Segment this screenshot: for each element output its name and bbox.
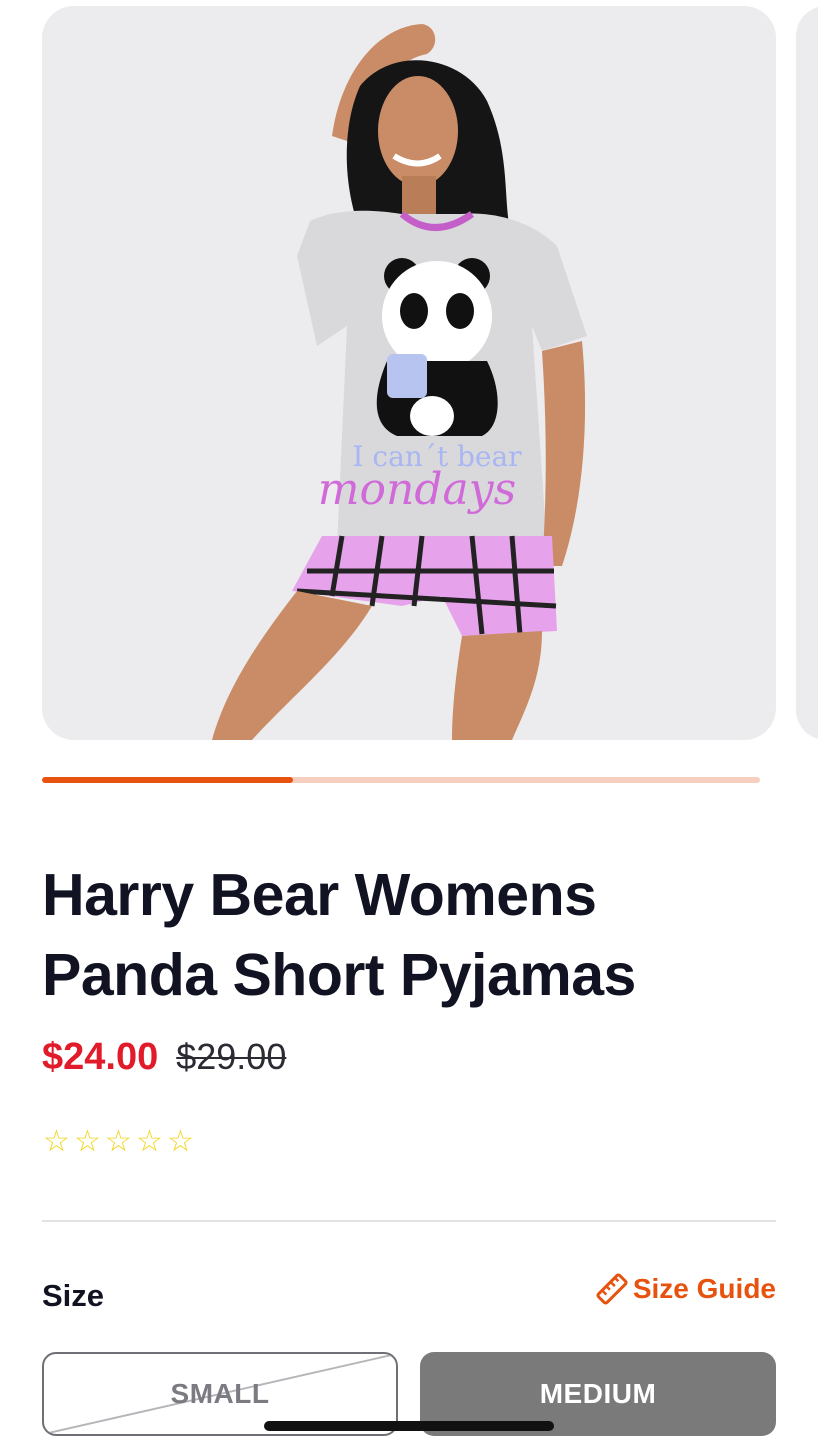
rating-stars[interactable]: ☆ ☆ ☆ ☆ ☆ <box>42 1125 195 1159</box>
star-icon: ☆ <box>105 1125 132 1158</box>
model-illustration: I can´t bear mondays <box>212 24 587 740</box>
size-option-medium-label: MEDIUM <box>539 1378 657 1409</box>
product-photo[interactable]: I can´t bear mondays <box>42 6 776 740</box>
divider <box>42 1220 776 1222</box>
star-icon: ☆ <box>43 1125 70 1158</box>
shirt-print-line2: mondays <box>318 464 516 515</box>
size-guide-link[interactable]: Size Guide <box>595 1272 776 1306</box>
product-image-gallery[interactable]: I can´t bear mondays <box>0 0 818 745</box>
original-price: $29.00 <box>176 1036 287 1077</box>
sale-price: $24.00 <box>42 1035 159 1078</box>
star-icon: ☆ <box>167 1125 194 1158</box>
star-icon: ☆ <box>74 1125 101 1158</box>
gallery-progress-track <box>42 777 760 783</box>
price-row: $24.00 $29.00 <box>42 1034 286 1080</box>
ruler-icon <box>596 1273 628 1305</box>
size-label: Size <box>42 1278 105 1313</box>
gallery-progress-fill <box>42 777 294 783</box>
product-title: Harry Bear Womens Panda Short Pyjamas <box>42 862 636 1008</box>
next-photo-peek[interactable] <box>796 6 818 740</box>
size-guide-label: Size Guide <box>632 1273 776 1304</box>
star-icon: ☆ <box>136 1125 163 1158</box>
size-option-small-label: SMALL <box>170 1378 270 1409</box>
home-indicator <box>264 1421 554 1431</box>
